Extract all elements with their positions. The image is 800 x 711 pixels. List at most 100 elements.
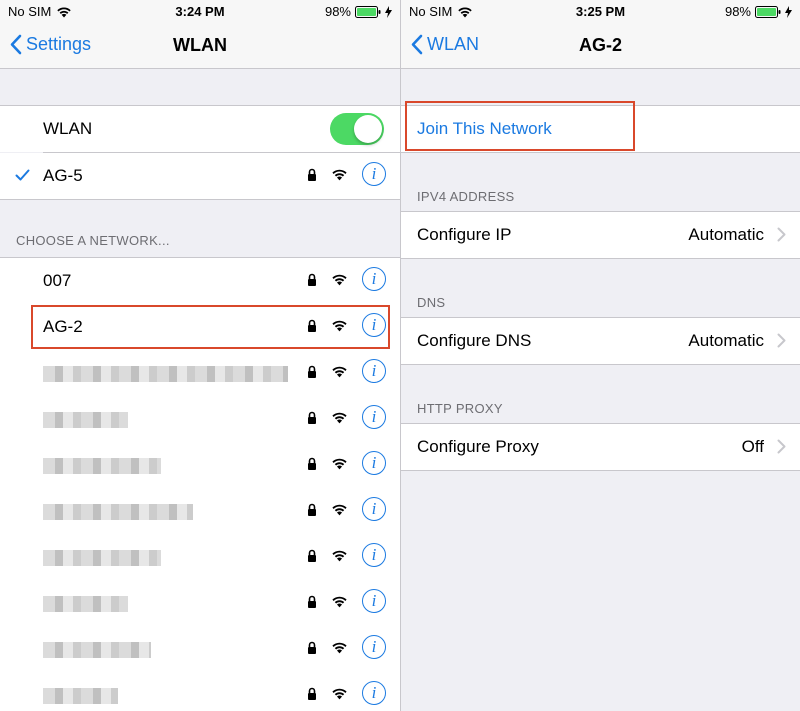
chevron-right-icon bbox=[777, 333, 786, 348]
network-row[interactable]: i bbox=[0, 672, 400, 711]
wlan-screen: No SIM 3:24 PM 98% Settings WLAN WLAN AG… bbox=[0, 0, 400, 711]
info-icon[interactable]: i bbox=[362, 589, 386, 613]
redacted-network-name bbox=[43, 412, 128, 428]
lock-icon bbox=[308, 549, 316, 562]
wlan-label: WLAN bbox=[43, 119, 93, 138]
redacted-network-name bbox=[43, 550, 161, 566]
wifi-icon bbox=[332, 458, 347, 469]
redacted-network-name bbox=[43, 596, 128, 612]
redacted-network-name bbox=[43, 504, 193, 520]
network-row[interactable]: 007 i bbox=[0, 258, 400, 304]
redacted-network-name bbox=[43, 642, 151, 658]
wifi-icon bbox=[332, 412, 347, 423]
status-bar: No SIM 3:24 PM 98% bbox=[0, 0, 400, 24]
configure-proxy-row[interactable]: Configure Proxy Off bbox=[401, 424, 800, 470]
configure-ip-value: Automatic bbox=[688, 225, 764, 244]
redacted-network-name bbox=[43, 688, 118, 704]
network-accessories: i bbox=[307, 359, 386, 383]
section-header-dns: DNS bbox=[417, 295, 446, 310]
battery-icon bbox=[755, 5, 781, 18]
page-title: WLAN bbox=[173, 35, 227, 55]
configure-proxy-value: Off bbox=[741, 437, 764, 456]
lock-icon bbox=[308, 273, 316, 286]
lock-icon bbox=[308, 503, 316, 516]
wifi-icon bbox=[332, 169, 347, 180]
configure-dns-label: Configure DNS bbox=[417, 331, 532, 350]
network-accessories: i bbox=[307, 543, 386, 567]
charging-bolt-icon bbox=[385, 5, 392, 18]
battery-indicator: 98% bbox=[325, 4, 392, 19]
configure-dns-value: Automatic bbox=[688, 331, 764, 350]
connected-network-row[interactable]: AG-5 i bbox=[0, 153, 400, 199]
wifi-icon bbox=[332, 366, 347, 377]
redacted-network-name bbox=[43, 366, 288, 382]
network-accessories: i bbox=[307, 497, 386, 521]
info-icon[interactable]: i bbox=[362, 635, 386, 659]
network-accessories: i bbox=[307, 162, 386, 186]
info-icon[interactable]: i bbox=[362, 405, 386, 429]
lock-icon bbox=[308, 687, 316, 700]
battery-percent: 98% bbox=[724, 4, 751, 19]
lock-icon bbox=[308, 457, 316, 470]
wifi-icon bbox=[332, 688, 347, 699]
wifi-icon bbox=[332, 642, 347, 653]
info-icon[interactable]: i bbox=[362, 359, 386, 383]
network-name: AG-5 bbox=[43, 166, 83, 185]
network-accessories: i bbox=[307, 267, 386, 291]
lock-icon bbox=[308, 365, 316, 378]
lock-icon bbox=[308, 595, 316, 608]
highlight-box bbox=[405, 101, 635, 151]
configure-ip-label: Configure IP bbox=[417, 225, 512, 244]
wifi-icon bbox=[332, 504, 347, 515]
configure-dns-row[interactable]: Configure DNS Automatic bbox=[401, 318, 800, 364]
divider bbox=[401, 364, 800, 365]
lock-icon bbox=[308, 168, 316, 181]
wifi-icon bbox=[332, 550, 347, 561]
wifi-icon bbox=[332, 596, 347, 607]
highlight-box bbox=[31, 305, 390, 349]
divider bbox=[401, 258, 800, 259]
wlan-toggle[interactable] bbox=[330, 113, 384, 145]
wifi-icon bbox=[332, 274, 347, 285]
info-icon[interactable]: i bbox=[362, 543, 386, 567]
status-bar: No SIM 3:25 PM 98% bbox=[401, 0, 800, 24]
network-accessories: i bbox=[307, 635, 386, 659]
network-row[interactable]: i bbox=[0, 396, 400, 442]
network-detail-screen: No SIM 3:25 PM 98% WLAN AG-2 Join This N… bbox=[400, 0, 800, 711]
info-icon[interactable]: i bbox=[362, 267, 386, 291]
network-row[interactable]: i bbox=[0, 580, 400, 626]
section-header-ipv4: IPV4 ADDRESS bbox=[417, 189, 515, 204]
battery-icon bbox=[355, 5, 381, 18]
info-icon[interactable]: i bbox=[362, 681, 386, 705]
divider bbox=[0, 199, 400, 200]
info-icon[interactable]: i bbox=[362, 497, 386, 521]
lock-icon bbox=[308, 641, 316, 654]
configure-proxy-label: Configure Proxy bbox=[417, 437, 539, 456]
chevron-right-icon bbox=[777, 227, 786, 242]
network-accessories: i bbox=[307, 451, 386, 475]
toggle-knob bbox=[354, 115, 382, 143]
navigation-bar: WLAN AG-2 bbox=[401, 24, 800, 69]
navigation-bar: Settings WLAN bbox=[0, 24, 400, 69]
redacted-network-name bbox=[43, 458, 161, 474]
lock-icon bbox=[308, 411, 316, 424]
battery-indicator: 98% bbox=[725, 4, 792, 19]
page-title: AG-2 bbox=[578, 35, 622, 55]
checkmark-icon bbox=[15, 169, 30, 181]
network-row[interactable]: i bbox=[0, 534, 400, 580]
info-icon[interactable]: i bbox=[362, 162, 386, 186]
wlan-toggle-row: WLAN bbox=[0, 106, 400, 152]
info-icon[interactable]: i bbox=[362, 451, 386, 475]
battery-percent: 98% bbox=[324, 4, 351, 19]
configure-ip-row[interactable]: Configure IP Automatic bbox=[401, 212, 800, 258]
divider bbox=[401, 152, 800, 153]
section-header-choose-network: CHOOSE A NETWORK... bbox=[16, 233, 170, 248]
section-header-http-proxy: HTTP PROXY bbox=[417, 401, 503, 416]
network-row[interactable]: i bbox=[0, 350, 400, 396]
network-row[interactable]: i bbox=[0, 442, 400, 488]
network-accessories: i bbox=[307, 405, 386, 429]
chevron-right-icon bbox=[777, 439, 786, 454]
network-row[interactable]: i bbox=[0, 488, 400, 534]
network-name: 007 bbox=[43, 271, 72, 290]
network-row[interactable]: i bbox=[0, 626, 400, 672]
